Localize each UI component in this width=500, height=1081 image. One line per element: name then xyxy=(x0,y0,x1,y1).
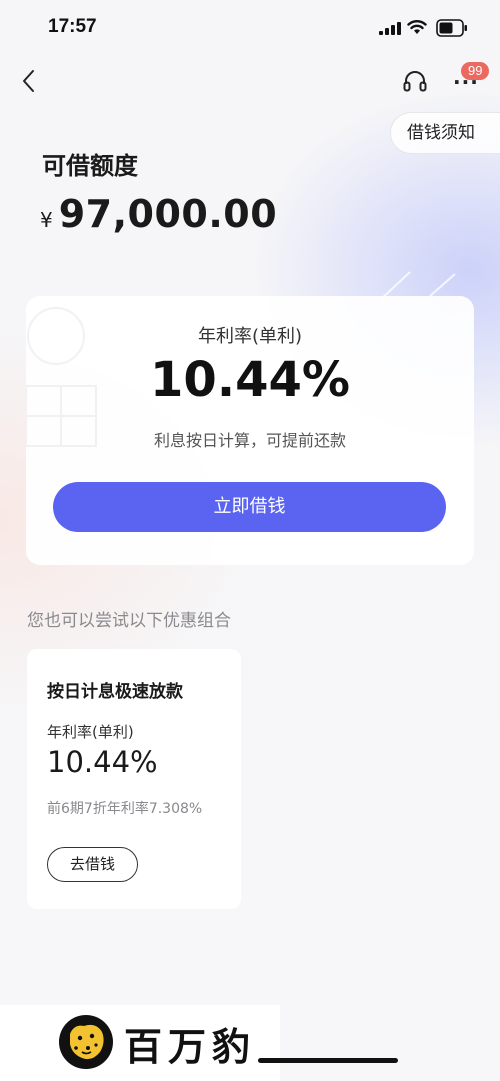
notification-badge: 99 xyxy=(461,62,490,80)
more-menu-button[interactable]: ··· 99 xyxy=(447,62,497,98)
borrow-now-button[interactable]: 立即借钱 xyxy=(53,482,446,532)
offer-rate-label: 年利率(单利) xyxy=(47,723,134,741)
offer-rate-value: 10.44% xyxy=(47,745,158,779)
wifi-icon xyxy=(407,20,427,34)
interest-note: 利息按日计算，可提前还款 xyxy=(153,431,346,450)
brand-watermark-text: 百万豹 xyxy=(124,1024,257,1069)
page-title: 可借额度 xyxy=(42,152,138,180)
offer-card: 按日计息极速放款 年利率(单利) 10.44% 前6期7折年利率7.308% 去… xyxy=(27,649,241,909)
back-button[interactable] xyxy=(14,66,44,96)
borrowing-notice-button[interactable]: 借钱须知 xyxy=(390,112,500,154)
status-bar: 17:57 xyxy=(0,0,500,56)
battery-icon xyxy=(436,19,467,37)
offer-title: 按日计息极速放款 xyxy=(47,682,183,702)
leopard-logo-icon xyxy=(59,1015,113,1069)
home-indicator xyxy=(258,1058,398,1063)
amount-value: 97,000.00 xyxy=(58,192,278,236)
customer-service-button[interactable] xyxy=(401,68,429,96)
offers-heading: 您也可以尝试以下优惠组合 xyxy=(27,611,231,631)
rate-card: 年利率(单利) 10.44% 利息按日计算，可提前还款 立即借钱 xyxy=(26,296,474,565)
status-time: 17:57 xyxy=(48,16,97,37)
offer-discount-note: 前6期7折年利率7.308% xyxy=(47,801,203,817)
headset-icon xyxy=(403,71,427,92)
currency-symbol: ¥ xyxy=(40,208,53,232)
rate-value: 10.44% xyxy=(150,352,350,408)
rate-label: 年利率(单利) xyxy=(197,326,303,347)
chevron-left-icon xyxy=(23,70,34,92)
go-borrow-button[interactable]: 去借钱 xyxy=(47,847,138,882)
cellular-signal-icon xyxy=(379,22,401,35)
available-amount: ¥ 97,000.00 xyxy=(40,192,277,236)
